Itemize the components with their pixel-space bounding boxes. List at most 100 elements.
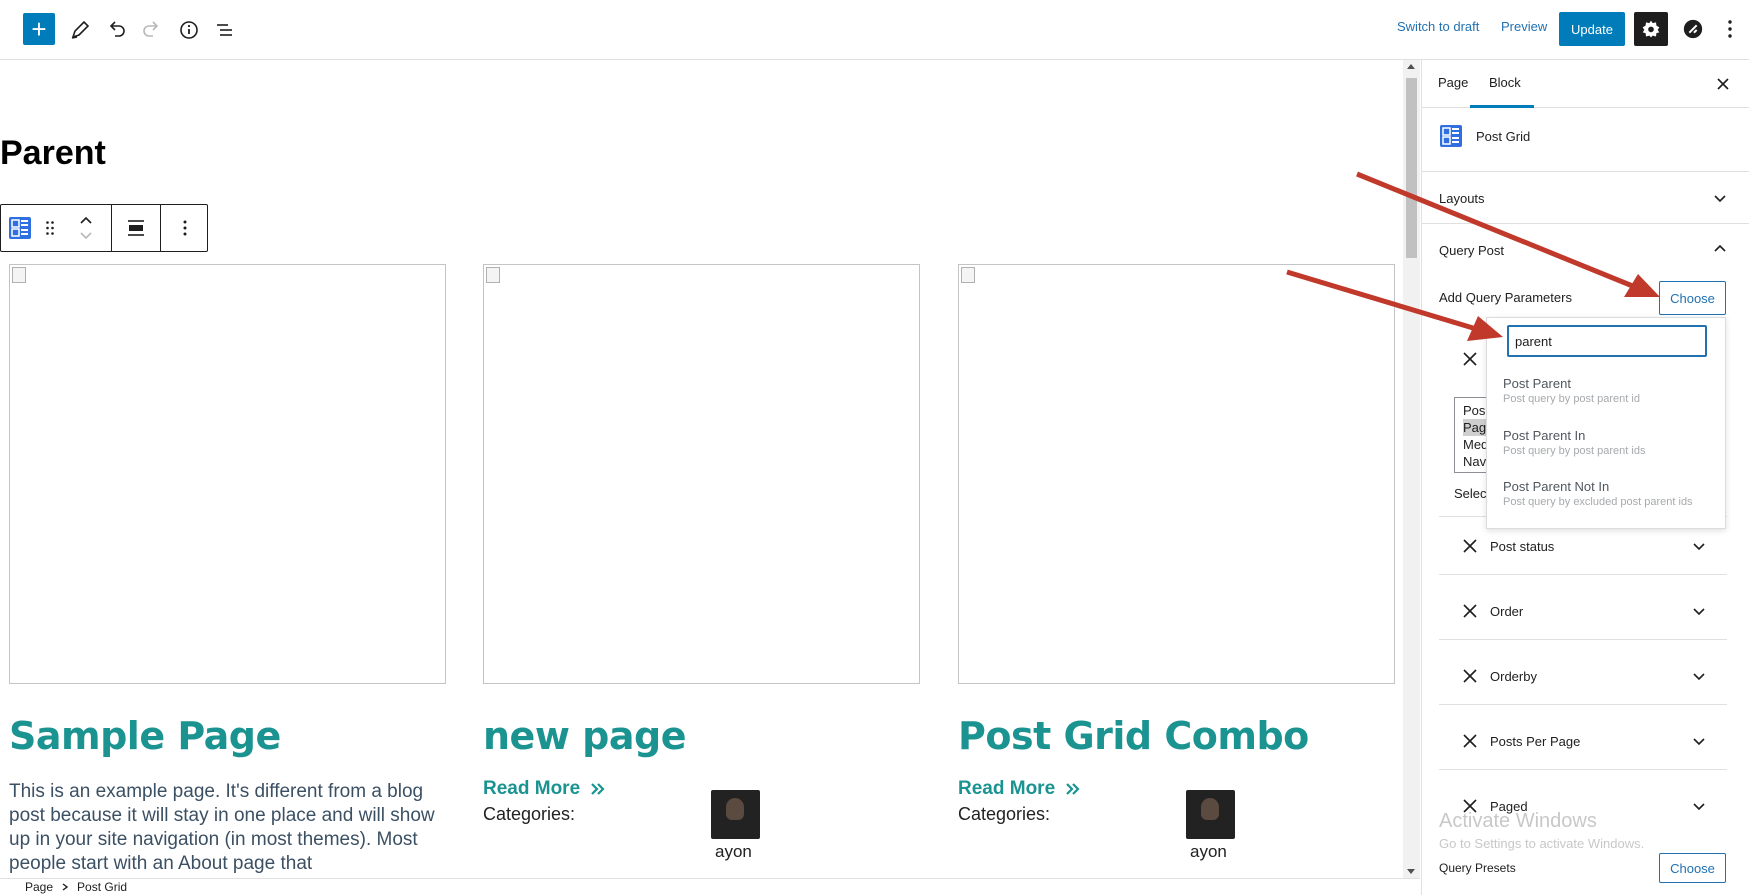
page-title[interactable]: Parent — [0, 134, 106, 173]
scroll-down-arrow-icon[interactable] — [1407, 869, 1415, 874]
remove-param-icon[interactable] — [1461, 732, 1479, 750]
block-type-button[interactable] — [1, 205, 39, 251]
post-type-help-text: Selec — [1454, 486, 1487, 501]
post-title[interactable]: Sample Page — [9, 714, 446, 758]
block-toolbar — [0, 204, 208, 252]
redo-icon — [143, 21, 159, 37]
read-more-link[interactable]: Read More — [958, 778, 1395, 800]
post-thumbnail[interactable] — [9, 264, 446, 684]
read-more-label: Read More — [958, 778, 1056, 799]
panel-layouts[interactable]: Layouts — [1422, 172, 1749, 224]
post-title[interactable]: Post Grid Combo — [958, 714, 1395, 758]
author-avatar[interactable] — [711, 790, 760, 839]
close-sidebar-button[interactable] — [1711, 72, 1735, 96]
post-card: Sample Page This is an example page. It'… — [9, 264, 446, 876]
block-toolbar-group — [161, 205, 209, 251]
post-grid-icon — [9, 217, 31, 239]
query-presets-label: Query Presets — [1439, 861, 1516, 875]
chevron-up-icon — [1714, 244, 1726, 252]
broken-image-icon — [961, 267, 975, 283]
more-vertical-icon — [1728, 20, 1732, 38]
param-order[interactable]: Order — [1439, 582, 1727, 640]
switch-to-draft-button[interactable]: Switch to draft — [1397, 19, 1479, 34]
block-options-button[interactable] — [161, 205, 209, 251]
block-inserter-button[interactable]: + — [23, 13, 55, 45]
details-button[interactable] — [173, 14, 205, 46]
drag-handle[interactable] — [39, 205, 61, 251]
dropdown-option[interactable]: Post Parent Not In Post query by exclude… — [1503, 479, 1713, 508]
param-posts-per-page[interactable]: Posts Per Page — [1439, 712, 1727, 770]
move-buttons[interactable] — [61, 205, 111, 251]
param-label: Posts Per Page — [1490, 734, 1581, 749]
chevron-down-icon[interactable] — [79, 231, 93, 241]
param-label: Orderby — [1490, 669, 1537, 684]
author-avatar[interactable] — [1186, 790, 1235, 839]
undo-icon — [109, 21, 125, 37]
list-view-icon — [217, 24, 232, 36]
categories-label: Categories: — [483, 804, 576, 824]
author-name[interactable]: ayon — [715, 842, 752, 862]
option-title: Post Parent Not In — [1503, 479, 1610, 494]
dropdown-option[interactable]: Post Parent In Post query by post parent… — [1503, 428, 1713, 457]
query-parameter-dropdown: Post Parent Post query by post parent id… — [1486, 317, 1726, 529]
post-categories: Categories: ayon — [958, 790, 1395, 864]
post-categories: Categories: ayon — [483, 790, 920, 864]
dropdown-option[interactable]: Post Parent Post query by post parent id — [1503, 376, 1713, 405]
chevron-up-icon[interactable] — [79, 215, 93, 225]
post-thumbnail[interactable] — [958, 264, 1395, 684]
option-description: Post query by post parent ids — [1503, 445, 1646, 457]
editor-top-toolbar: + Switch to draft Preview Update — [0, 0, 1749, 60]
chevron-down-icon — [1693, 673, 1705, 681]
broken-image-icon — [12, 267, 26, 283]
edit-tool-button[interactable] — [64, 14, 96, 46]
remove-param-icon[interactable] — [1461, 350, 1479, 368]
chevron-right-icon — [62, 883, 69, 891]
param-orderby[interactable]: Orderby — [1439, 647, 1727, 705]
post-card: Post Grid Combo Read More Categories: ay… — [958, 264, 1395, 864]
undo-button[interactable] — [100, 14, 132, 46]
author-name[interactable]: ayon — [1190, 842, 1227, 862]
breadcrumb-item[interactable]: Page — [25, 880, 53, 894]
canvas-scrollbar[interactable] — [1403, 60, 1420, 878]
panel-query-post[interactable]: Query Post — [1422, 224, 1749, 276]
post-excerpt: This is an example page. It's different … — [9, 781, 435, 874]
post-title[interactable]: new page — [483, 714, 920, 758]
read-more-link[interactable]: Read More — [483, 778, 920, 800]
plugin-button[interactable] — [1680, 16, 1706, 42]
redo-button[interactable] — [136, 14, 168, 46]
option-description: Post query by excluded post parent ids — [1503, 496, 1693, 508]
read-more-label: Read More — [483, 778, 581, 799]
chevron-down-icon — [1693, 543, 1705, 551]
remove-param-icon[interactable] — [1461, 602, 1479, 620]
breadcrumb-item[interactable]: Post Grid — [77, 880, 127, 894]
query-parameter-search-input[interactable] — [1507, 325, 1707, 357]
remove-param-icon[interactable] — [1461, 537, 1479, 555]
choose-query-parameter-button[interactable]: Choose — [1659, 281, 1726, 315]
settings-button[interactable] — [1634, 12, 1668, 46]
tab-page[interactable]: Page — [1438, 75, 1468, 90]
double-chevron-right-icon — [591, 783, 605, 795]
remove-param-icon[interactable] — [1461, 667, 1479, 685]
scroll-up-arrow-icon[interactable] — [1407, 64, 1415, 69]
broken-image-icon — [486, 267, 500, 283]
update-button[interactable]: Update — [1559, 12, 1625, 46]
choose-query-preset-button[interactable]: Choose — [1659, 853, 1726, 883]
option-title: Post Parent In — [1503, 428, 1586, 443]
editor-canvas[interactable]: Parent Sample Page This is an example pa… — [0, 60, 1403, 878]
categories-label: Categories: — [958, 804, 1051, 824]
close-icon — [1717, 78, 1729, 90]
post-thumbnail[interactable] — [483, 264, 920, 684]
chevron-down-icon — [1693, 738, 1705, 746]
options-menu-button[interactable] — [1718, 14, 1742, 44]
tab-block[interactable]: Block — [1489, 75, 1521, 90]
watermark-title: Activate Windows — [1439, 810, 1597, 832]
block-name: Post Grid — [1476, 129, 1531, 144]
sidebar-tabs: Page Block — [1422, 60, 1749, 108]
preview-button[interactable]: Preview — [1501, 19, 1547, 34]
scrollbar-thumb[interactable] — [1406, 78, 1417, 258]
chevron-down-icon — [1714, 195, 1726, 203]
info-icon — [180, 21, 198, 39]
align-button[interactable] — [112, 205, 160, 251]
watermark-subtitle: Go to Settings to activate Windows. — [1439, 836, 1645, 851]
list-view-button[interactable] — [209, 14, 241, 46]
